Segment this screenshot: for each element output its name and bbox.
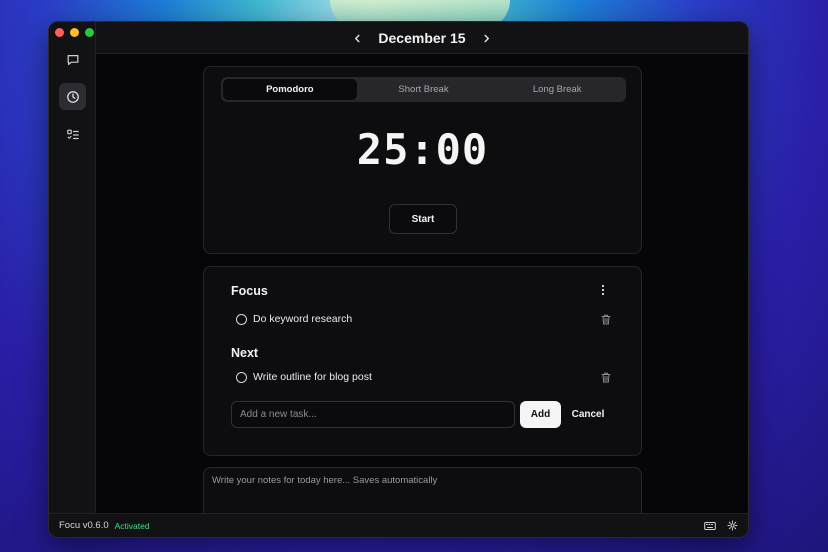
chevron-right-icon <box>484 34 490 42</box>
settings-button[interactable] <box>727 520 738 531</box>
notes-card <box>203 467 642 515</box>
start-button[interactable]: Start <box>389 204 457 234</box>
notes-textarea[interactable] <box>204 468 641 515</box>
keyboard-shortcuts-button[interactable] <box>704 521 716 531</box>
task-checkbox[interactable] <box>236 371 247 383</box>
clock-icon <box>66 90 79 103</box>
close-window-button[interactable] <box>55 28 64 37</box>
sidebar <box>49 22 96 515</box>
gear-icon <box>727 520 738 531</box>
task-label: Write outline for blog post <box>253 371 372 383</box>
status-actions <box>704 520 738 531</box>
timer-card: Pomodoro Short Break Long Break 25:00 St… <box>203 66 642 254</box>
date-navigation: December 15 <box>96 22 748 54</box>
trash-icon <box>601 314 611 324</box>
app-version: Focu v0.6.0 <box>59 520 109 531</box>
tab-short-break[interactable]: Short Break <box>357 79 491 100</box>
tab-pomodoro[interactable]: Pomodoro <box>223 79 357 100</box>
more-vertical-icon <box>601 284 605 296</box>
checklist-icon <box>66 129 79 139</box>
window-controls <box>55 28 94 37</box>
trash-icon <box>601 372 611 382</box>
delete-task-button[interactable] <box>601 314 611 325</box>
delete-task-button[interactable] <box>601 372 611 383</box>
license-status-badge: Activated <box>114 520 150 531</box>
prev-day-button[interactable] <box>350 30 364 46</box>
chat-icon <box>67 54 78 65</box>
next-section-title: Next <box>231 346 259 360</box>
timer-mode-tabs: Pomodoro Short Break Long Break <box>221 77 626 102</box>
status-bar: Focu v0.6.0 Activated <box>49 513 748 537</box>
keyboard-icon <box>704 521 716 530</box>
task-label: Do keyword research <box>253 313 353 325</box>
new-task-input[interactable] <box>231 401 515 428</box>
timer-display: 25:00 <box>356 125 489 174</box>
app-window: December 15 Pomodoro Short Break Long Br… <box>48 21 749 538</box>
task-item: Write outline for blog post <box>236 368 611 386</box>
zoom-window-button[interactable] <box>85 28 94 37</box>
sidebar-item-chat[interactable] <box>59 46 86 73</box>
add-task-button[interactable]: Add <box>520 401 561 428</box>
cancel-button[interactable]: Cancel <box>568 401 608 428</box>
next-day-button[interactable] <box>480 30 494 46</box>
chevron-left-icon <box>354 34 360 42</box>
more-options-button[interactable] <box>601 283 605 301</box>
current-date: December 15 <box>378 29 466 46</box>
tasks-card: Focus Do keyword research Next Write out… <box>203 266 642 456</box>
tab-long-break[interactable]: Long Break <box>490 79 624 100</box>
task-checkbox[interactable] <box>236 313 247 325</box>
focus-section-title: Focus <box>231 284 268 298</box>
minimize-window-button[interactable] <box>70 28 79 37</box>
task-item: Do keyword research <box>236 310 611 328</box>
sidebar-item-tasks[interactable] <box>59 121 86 148</box>
main-content: Pomodoro Short Break Long Break 25:00 St… <box>96 54 748 515</box>
sidebar-item-timer[interactable] <box>59 83 86 110</box>
